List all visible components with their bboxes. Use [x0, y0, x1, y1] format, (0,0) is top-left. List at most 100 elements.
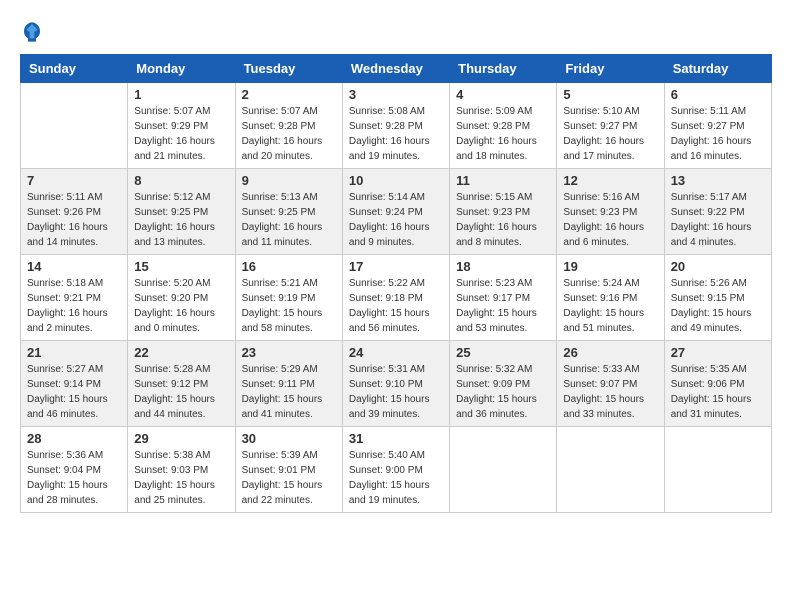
day-of-week-header: Sunday: [21, 55, 128, 83]
day-number: 16: [242, 259, 336, 274]
day-number: 19: [563, 259, 657, 274]
day-of-week-header: Monday: [128, 55, 235, 83]
day-info: Sunrise: 5:13 AMSunset: 9:25 PMDaylight:…: [242, 190, 336, 250]
calendar-cell: 24 Sunrise: 5:31 AMSunset: 9:10 PMDayligh…: [342, 341, 449, 427]
day-number: 17: [349, 259, 443, 274]
calendar-cell: 15 Sunrise: 5:20 AMSunset: 9:20 PMDayligh…: [128, 255, 235, 341]
calendar-cell: 11 Sunrise: 5:15 AMSunset: 9:23 PMDayligh…: [450, 169, 557, 255]
day-number: 2: [242, 87, 336, 102]
day-info: Sunrise: 5:08 AMSunset: 9:28 PMDaylight:…: [349, 104, 443, 164]
day-number: 26: [563, 345, 657, 360]
calendar-cell: 30 Sunrise: 5:39 AMSunset: 9:01 PMDayligh…: [235, 427, 342, 513]
day-info: Sunrise: 5:26 AMSunset: 9:15 PMDaylight:…: [671, 276, 765, 336]
calendar-cell: 6 Sunrise: 5:11 AMSunset: 9:27 PMDaylight…: [664, 83, 771, 169]
calendar-cell: 26 Sunrise: 5:33 AMSunset: 9:07 PMDayligh…: [557, 341, 664, 427]
calendar-cell: 22Sunrise: 5:28 AMSunset: 9:12 PMDayligh…: [128, 341, 235, 427]
day-number: 6: [671, 87, 765, 102]
day-number: 7: [27, 173, 121, 188]
day-info: Sunrise: 5:09 AMSunset: 9:28 PMDaylight:…: [456, 104, 550, 164]
page-header: [20, 20, 772, 44]
calendar-cell: [450, 427, 557, 513]
calendar-cell: 16 Sunrise: 5:21 AMSunset: 9:19 PMDayligh…: [235, 255, 342, 341]
calendar-cell: 10 Sunrise: 5:14 AMSunset: 9:24 PMDayligh…: [342, 169, 449, 255]
calendar-cell: 31 Sunrise: 5:40 AMSunset: 9:00 PMDayligh…: [342, 427, 449, 513]
day-info: Sunrise: 5:15 AMSunset: 9:23 PMDaylight:…: [456, 190, 550, 250]
day-number: 10: [349, 173, 443, 188]
day-info: Sunrise: 5:16 AMSunset: 9:23 PMDaylight:…: [563, 190, 657, 250]
day-info: Sunrise: 5:07 AMSunset: 9:29 PMDaylight:…: [134, 104, 228, 164]
day-number: 18: [456, 259, 550, 274]
day-info: Sunrise: 5:18 AMSunset: 9:21 PMDaylight:…: [27, 276, 121, 336]
day-info: Sunrise: 5:38 AMSunset: 9:03 PMDaylight:…: [134, 448, 228, 508]
day-number: 22: [134, 345, 228, 360]
calendar-header-row: SundayMondayTuesdayWednesdayThursdayFrid…: [21, 55, 772, 83]
day-number: 11: [456, 173, 550, 188]
calendar-table: SundayMondayTuesdayWednesdayThursdayFrid…: [20, 54, 772, 513]
calendar-cell: 2 Sunrise: 5:07 AMSunset: 9:28 PMDaylight…: [235, 83, 342, 169]
day-info: Sunrise: 5:12 AMSunset: 9:25 PMDaylight:…: [134, 190, 228, 250]
day-of-week-header: Saturday: [664, 55, 771, 83]
day-info: Sunrise: 5:29 AMSunset: 9:11 PMDaylight:…: [242, 362, 336, 422]
day-info: Sunrise: 5:39 AMSunset: 9:01 PMDaylight:…: [242, 448, 336, 508]
calendar-cell: [557, 427, 664, 513]
day-info: Sunrise: 5:27 AMSunset: 9:14 PMDaylight:…: [27, 362, 121, 422]
day-info: Sunrise: 5:11 AMSunset: 9:27 PMDaylight:…: [671, 104, 765, 164]
day-of-week-header: Wednesday: [342, 55, 449, 83]
calendar-cell: 28Sunrise: 5:36 AMSunset: 9:04 PMDayligh…: [21, 427, 128, 513]
day-number: 1: [134, 87, 228, 102]
calendar-cell: 17 Sunrise: 5:22 AMSunset: 9:18 PMDayligh…: [342, 255, 449, 341]
calendar-cell: 12 Sunrise: 5:16 AMSunset: 9:23 PMDayligh…: [557, 169, 664, 255]
calendar-cell: 21Sunrise: 5:27 AMSunset: 9:14 PMDayligh…: [21, 341, 128, 427]
day-info: Sunrise: 5:20 AMSunset: 9:20 PMDaylight:…: [134, 276, 228, 336]
day-info: Sunrise: 5:33 AMSunset: 9:07 PMDaylight:…: [563, 362, 657, 422]
day-info: Sunrise: 5:11 AMSunset: 9:26 PMDaylight:…: [27, 190, 121, 250]
day-info: Sunrise: 5:17 AMSunset: 9:22 PMDaylight:…: [671, 190, 765, 250]
day-number: 4: [456, 87, 550, 102]
day-number: 9: [242, 173, 336, 188]
day-number: 27: [671, 345, 765, 360]
day-info: Sunrise: 5:35 AMSunset: 9:06 PMDaylight:…: [671, 362, 765, 422]
day-number: 15: [134, 259, 228, 274]
calendar-cell: 25 Sunrise: 5:32 AMSunset: 9:09 PMDayligh…: [450, 341, 557, 427]
calendar-week-row: 7 Sunrise: 5:11 AMSunset: 9:26 PMDaylight…: [21, 169, 772, 255]
calendar-week-row: 14 Sunrise: 5:18 AMSunset: 9:21 PMDayligh…: [21, 255, 772, 341]
day-number: 14: [27, 259, 121, 274]
day-info: Sunrise: 5:31 AMSunset: 9:10 PMDaylight:…: [349, 362, 443, 422]
day-info: Sunrise: 5:32 AMSunset: 9:09 PMDaylight:…: [456, 362, 550, 422]
day-info: Sunrise: 5:40 AMSunset: 9:00 PMDaylight:…: [349, 448, 443, 508]
day-of-week-header: Thursday: [450, 55, 557, 83]
calendar-cell: 27 Sunrise: 5:35 AMSunset: 9:06 PMDayligh…: [664, 341, 771, 427]
logo: [20, 20, 48, 44]
day-number: 25: [456, 345, 550, 360]
day-number: 5: [563, 87, 657, 102]
calendar-cell: 7 Sunrise: 5:11 AMSunset: 9:26 PMDaylight…: [21, 169, 128, 255]
day-number: 8: [134, 173, 228, 188]
calendar-cell: 4 Sunrise: 5:09 AMSunset: 9:28 PMDaylight…: [450, 83, 557, 169]
day-of-week-header: Tuesday: [235, 55, 342, 83]
day-of-week-header: Friday: [557, 55, 664, 83]
day-info: Sunrise: 5:21 AMSunset: 9:19 PMDaylight:…: [242, 276, 336, 336]
calendar-cell: 9 Sunrise: 5:13 AMSunset: 9:25 PMDaylight…: [235, 169, 342, 255]
calendar-cell: 29 Sunrise: 5:38 AMSunset: 9:03 PMDayligh…: [128, 427, 235, 513]
day-number: 12: [563, 173, 657, 188]
day-number: 31: [349, 431, 443, 446]
day-number: 20: [671, 259, 765, 274]
day-info: Sunrise: 5:10 AMSunset: 9:27 PMDaylight:…: [563, 104, 657, 164]
day-info: Sunrise: 5:24 AMSunset: 9:16 PMDaylight:…: [563, 276, 657, 336]
day-info: Sunrise: 5:14 AMSunset: 9:24 PMDaylight:…: [349, 190, 443, 250]
calendar-cell: 5 Sunrise: 5:10 AMSunset: 9:27 PMDaylight…: [557, 83, 664, 169]
day-info: Sunrise: 5:23 AMSunset: 9:17 PMDaylight:…: [456, 276, 550, 336]
calendar-week-row: 1 Sunrise: 5:07 AMSunset: 9:29 PMDaylight…: [21, 83, 772, 169]
calendar-cell: 1 Sunrise: 5:07 AMSunset: 9:29 PMDaylight…: [128, 83, 235, 169]
day-info: Sunrise: 5:22 AMSunset: 9:18 PMDaylight:…: [349, 276, 443, 336]
day-number: 23: [242, 345, 336, 360]
calendar-cell: [664, 427, 771, 513]
day-info: Sunrise: 5:07 AMSunset: 9:28 PMDaylight:…: [242, 104, 336, 164]
calendar-cell: 13Sunrise: 5:17 AMSunset: 9:22 PMDayligh…: [664, 169, 771, 255]
calendar-cell: 19 Sunrise: 5:24 AMSunset: 9:16 PMDayligh…: [557, 255, 664, 341]
day-number: 24: [349, 345, 443, 360]
calendar-cell: 18 Sunrise: 5:23 AMSunset: 9:17 PMDayligh…: [450, 255, 557, 341]
day-number: 30: [242, 431, 336, 446]
day-number: 29: [134, 431, 228, 446]
calendar-week-row: 21Sunrise: 5:27 AMSunset: 9:14 PMDayligh…: [21, 341, 772, 427]
